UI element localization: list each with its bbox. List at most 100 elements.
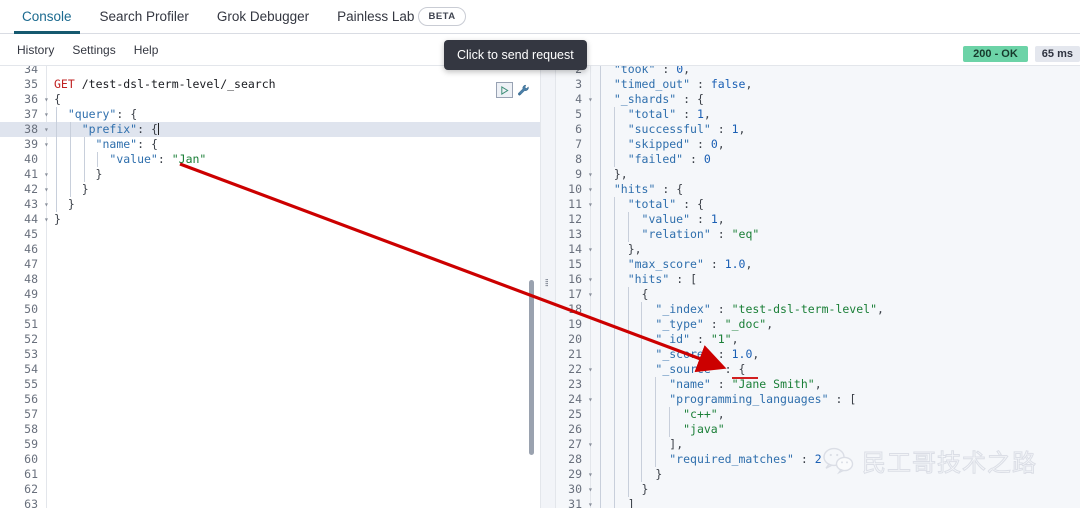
line-content: "_source" : { bbox=[586, 362, 745, 377]
code-line[interactable]: 30▾ } bbox=[540, 482, 1080, 497]
request-editor[interactable]: 3435GET /test-dsl-term-level/_search36▾{… bbox=[0, 66, 540, 508]
code-line[interactable]: 18 "_index" : "test-dsl-term-level", bbox=[540, 302, 1080, 317]
line-number: 60 bbox=[0, 452, 42, 467]
request-editor-rows[interactable]: 3435GET /test-dsl-term-level/_search36▾{… bbox=[0, 66, 540, 508]
status-time-badge: 65 ms bbox=[1035, 46, 1080, 62]
response-status: 200 - OK 65 ms bbox=[963, 45, 1080, 63]
line-content: } bbox=[42, 167, 102, 182]
code-line[interactable]: 52 bbox=[0, 332, 540, 347]
code-line[interactable]: 6 "successful" : 1, bbox=[540, 122, 1080, 137]
line-content: "name": { bbox=[42, 137, 158, 152]
line-number: 46 bbox=[0, 242, 42, 257]
code-line[interactable]: 58 bbox=[0, 422, 540, 437]
top-tab-bar: Console Search Profiler Grok Debugger Pa… bbox=[0, 0, 1080, 34]
code-line[interactable]: 21 "_score" : 1.0, bbox=[540, 347, 1080, 362]
code-line[interactable]: 3 "timed_out" : false, bbox=[540, 77, 1080, 92]
code-line[interactable]: 35GET /test-dsl-term-level/_search bbox=[0, 77, 540, 92]
tab-grok-debugger[interactable]: Grok Debugger bbox=[203, 0, 323, 34]
code-line[interactable]: 46 bbox=[0, 242, 540, 257]
line-content: "failed" : 0 bbox=[586, 152, 711, 167]
code-line[interactable]: 40 "value": "Jan" bbox=[0, 152, 540, 167]
code-line[interactable]: 47 bbox=[0, 257, 540, 272]
code-line[interactable]: 44▾} bbox=[0, 212, 540, 227]
tab-search-profiler[interactable]: Search Profiler bbox=[86, 0, 203, 34]
line-number: 56 bbox=[0, 392, 42, 407]
tab-grok-debugger-label: Grok Debugger bbox=[217, 9, 309, 24]
pane-splitter[interactable]: ⦙⦙ bbox=[540, 66, 556, 508]
wrench-icon[interactable] bbox=[517, 84, 530, 97]
code-line[interactable]: 27▾ ], bbox=[540, 437, 1080, 452]
code-line[interactable]: 25 "c++", bbox=[540, 407, 1080, 422]
code-line[interactable]: 9▾ }, bbox=[540, 167, 1080, 182]
code-line[interactable]: 16▾ "hits" : [ bbox=[540, 272, 1080, 287]
code-line[interactable]: 51 bbox=[0, 317, 540, 332]
splitter-handle[interactable]: ⦙⦙ bbox=[545, 278, 547, 289]
code-line[interactable]: 11▾ "total" : { bbox=[540, 197, 1080, 212]
code-line[interactable]: 42▾ } bbox=[0, 182, 540, 197]
send-request-tooltip: Click to send request bbox=[444, 40, 587, 70]
code-line[interactable]: 2 "took" : 0, bbox=[540, 66, 1080, 77]
code-line[interactable]: 13 "relation" : "eq" bbox=[540, 227, 1080, 242]
line-content: "value" : 1, bbox=[586, 212, 725, 227]
line-number: 62 bbox=[0, 482, 42, 497]
response-viewer[interactable]: 2 "took" : 0,3 "timed_out" : false,4▾ "_… bbox=[540, 66, 1080, 508]
code-line[interactable]: 24▾ "programming_languages" : [ bbox=[540, 392, 1080, 407]
code-line[interactable]: 48 bbox=[0, 272, 540, 287]
code-line[interactable]: 19 "_type" : "_doc", bbox=[540, 317, 1080, 332]
send-request-button[interactable] bbox=[496, 82, 513, 98]
code-line[interactable]: 26 "java" bbox=[540, 422, 1080, 437]
code-line[interactable]: 5 "total" : 1, bbox=[540, 107, 1080, 122]
submenu-item-help[interactable]: Help bbox=[125, 43, 168, 57]
submenu-item-history[interactable]: History bbox=[8, 43, 63, 57]
code-line[interactable]: 37▾ "query": { bbox=[0, 107, 540, 122]
code-line[interactable]: 43▾ } bbox=[0, 197, 540, 212]
code-line[interactable]: 39▾ "name": { bbox=[0, 137, 540, 152]
code-line[interactable]: 60 bbox=[0, 452, 540, 467]
code-line[interactable]: 54 bbox=[0, 362, 540, 377]
code-line[interactable]: 41▾ } bbox=[0, 167, 540, 182]
code-line[interactable]: 31▾ ] bbox=[540, 497, 1080, 508]
code-line[interactable]: 23 "name" : "Jane Smith", bbox=[540, 377, 1080, 392]
code-line[interactable]: 7 "skipped" : 0, bbox=[540, 137, 1080, 152]
line-content: "_shards" : { bbox=[586, 92, 704, 107]
line-content: }, bbox=[586, 242, 642, 257]
code-line[interactable]: 61 bbox=[0, 467, 540, 482]
code-line[interactable]: 15 "max_score" : 1.0, bbox=[540, 257, 1080, 272]
code-line[interactable]: 55 bbox=[0, 377, 540, 392]
code-line[interactable]: 56 bbox=[0, 392, 540, 407]
code-line[interactable]: 59 bbox=[0, 437, 540, 452]
code-line[interactable]: 36▾{ bbox=[0, 92, 540, 107]
code-line[interactable]: 45 bbox=[0, 227, 540, 242]
line-number: 51 bbox=[0, 317, 42, 332]
line-number: 63 bbox=[0, 497, 42, 508]
code-line[interactable]: 17▾ { bbox=[540, 287, 1080, 302]
request-vertical-scrollbar[interactable] bbox=[529, 280, 534, 455]
line-content: "successful" : 1, bbox=[586, 122, 745, 137]
code-line[interactable]: 53 bbox=[0, 347, 540, 362]
response-viewer-rows[interactable]: 2 "took" : 0,3 "timed_out" : false,4▾ "_… bbox=[540, 66, 1080, 508]
submenu-item-settings[interactable]: Settings bbox=[63, 43, 124, 57]
line-number: 61 bbox=[0, 467, 42, 482]
code-line[interactable]: 28 "required_matches" : 2 bbox=[540, 452, 1080, 467]
code-line[interactable]: 38▾ "prefix": { bbox=[0, 122, 540, 137]
code-line[interactable]: 8 "failed" : 0 bbox=[540, 152, 1080, 167]
tab-painless-lab-label: Painless Lab bbox=[337, 9, 414, 24]
code-line[interactable]: 14▾ }, bbox=[540, 242, 1080, 257]
tab-search-profiler-label: Search Profiler bbox=[100, 9, 189, 24]
tab-console[interactable]: Console bbox=[8, 0, 86, 34]
code-line[interactable]: 29▾ } bbox=[540, 467, 1080, 482]
code-line[interactable]: 63 bbox=[0, 497, 540, 508]
code-line[interactable]: 22▾ "_source" : { bbox=[540, 362, 1080, 377]
line-content: GET /test-dsl-term-level/_search bbox=[42, 77, 276, 92]
code-line[interactable]: 12 "value" : 1, bbox=[540, 212, 1080, 227]
code-line[interactable]: 4▾ "_shards" : { bbox=[540, 92, 1080, 107]
code-line[interactable]: 50 bbox=[0, 302, 540, 317]
code-line[interactable]: 20 "_id" : "1", bbox=[540, 332, 1080, 347]
code-line[interactable]: 62 bbox=[0, 482, 540, 497]
code-line[interactable]: 57 bbox=[0, 407, 540, 422]
line-number: 57 bbox=[0, 407, 42, 422]
tab-painless-lab[interactable]: Painless Lab BETA bbox=[323, 0, 479, 34]
code-line[interactable]: 49 bbox=[0, 287, 540, 302]
line-number: 54 bbox=[0, 362, 42, 377]
code-line[interactable]: 10▾ "hits" : { bbox=[540, 182, 1080, 197]
